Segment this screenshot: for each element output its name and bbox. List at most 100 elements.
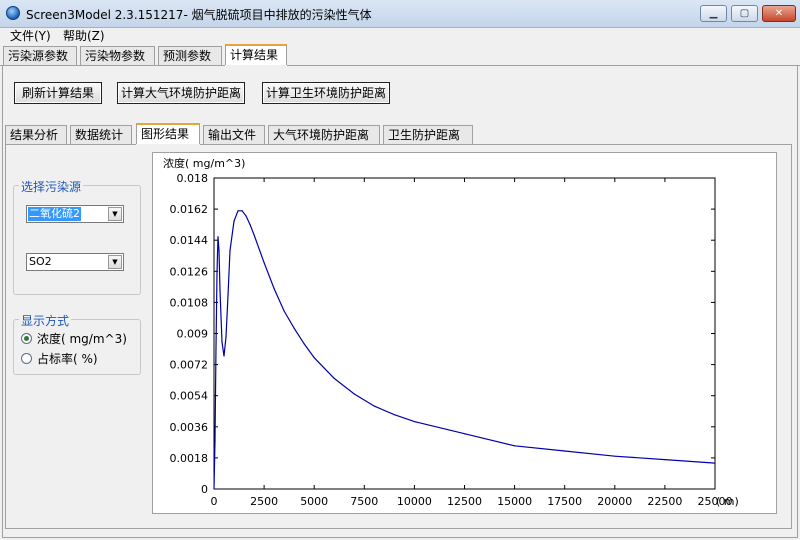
chart-axes: 0 2500 5000 7500 10000 12500 15000 17500 20000 22… (170, 172, 733, 508)
data-point (217, 236, 219, 238)
title-bar: Screen3Model 2.3.151217- 烟气脱硫项目中排放的污染性气体… (0, 0, 800, 28)
tab-health-protection-distance[interactable]: 卫生防护距离 (383, 125, 473, 144)
maximize-button[interactable]: ▢ (731, 5, 758, 22)
tab-prediction-params[interactable]: 预测参数 (158, 46, 222, 65)
tab-pollutant-params[interactable]: 污染物参数 (80, 46, 155, 65)
calc-health-distance-button[interactable]: 计算卫生环境防护距离 (262, 82, 390, 104)
data-point (213, 488, 215, 490)
data-point (263, 262, 265, 264)
window-title: Screen3Model 2.3.151217- 烟气脱硫项目中排放的污染性气体 (26, 8, 372, 22)
pollutant-select[interactable]: SO2 ▼ (26, 253, 124, 271)
data-point (241, 210, 243, 212)
x-tick-label: 2500 (250, 495, 278, 508)
data-point (273, 287, 275, 290)
chevron-down-icon[interactable]: ▼ (108, 255, 122, 269)
refresh-results-button[interactable]: 刷新计算结果 (14, 82, 102, 104)
y-tick-label: 0.0108 (170, 296, 209, 309)
data-point (463, 433, 466, 435)
radio-standard-ratio[interactable]: 占标率( %) (21, 350, 98, 366)
data-point (214, 440, 216, 442)
data-point (664, 459, 666, 461)
x-tick-label: 22500 (647, 495, 682, 508)
display-group: 显示方式 (13, 312, 141, 375)
calc-air-distance-button[interactable]: 计算大气环境防护距离 (117, 82, 245, 104)
y-tick-label: 0.0036 (170, 421, 209, 434)
concentration-chart: 浓度( mg/m^3) ( m) 0 2500 5000 7500 10000 12500… (163, 156, 739, 508)
y-tick-label: 0.0072 (170, 359, 209, 372)
data-point (283, 310, 285, 312)
tab-result-analysis[interactable]: 结果分析 (5, 125, 67, 144)
tab-calc-results[interactable]: 计算结果 (225, 44, 287, 65)
x-tick-label: 0 (211, 495, 218, 508)
radio-standard-ratio-label: 占标率( %) (37, 351, 98, 366)
y-tick-label: 0.0018 (170, 452, 209, 465)
data-point (237, 210, 239, 212)
source-select[interactable]: 二氧化硫2 ▼ (26, 205, 124, 223)
menu-bar: 文件(Y) 帮助(Z) (0, 28, 800, 44)
data-point (293, 327, 295, 329)
tab-output-file[interactable]: 输出文件 (203, 125, 265, 144)
tab-air-protection-distance[interactable]: 大气环境防护距离 (268, 125, 380, 144)
sub-tab-strip: 结果分析 数据统计 图形结果 输出文件 大气环境防护距离 卫生防护距离 (0, 123, 800, 145)
y-tick-label: 0 (201, 483, 208, 496)
radio-concentration[interactable]: 浓度( mg/m^3) (21, 330, 127, 346)
minimize-icon: ▁ (709, 8, 718, 19)
x-tick-label: 5000 (300, 495, 328, 508)
x-tick-label: 25000 (698, 495, 733, 508)
y-tick-label: 0.0144 (170, 234, 209, 247)
main-tab-strip: 污染源参数 污染物参数 预测参数 计算结果 (0, 44, 800, 66)
data-point (253, 234, 255, 236)
x-tick-label: 12500 (447, 495, 482, 508)
data-point (227, 294, 229, 297)
concentration-series-line (213, 210, 716, 490)
data-point (413, 421, 415, 423)
y-axis-label: 浓度( mg/m^3) (163, 156, 245, 170)
menu-help[interactable]: 帮助(Z) (63, 28, 105, 44)
minimize-button[interactable]: ▁ (700, 5, 727, 22)
pollutant-select-value: SO2 (29, 255, 52, 268)
data-point (333, 377, 335, 380)
y-tick-label: 0.018 (177, 172, 209, 185)
x-tick-label: 10000 (397, 495, 432, 508)
chart-area: 浓度( mg/m^3) ( m) 0 2500 5000 7500 10000 12500… (152, 152, 777, 514)
data-point (245, 215, 247, 217)
data-point (393, 414, 395, 416)
close-button[interactable]: ✕ (762, 5, 796, 22)
data-point (614, 455, 616, 457)
plot-frame (213, 177, 716, 490)
y-tick-label: 0.0126 (170, 265, 209, 278)
data-point (303, 343, 305, 345)
x-tick-label: 15000 (497, 495, 532, 508)
data-point (514, 445, 516, 447)
display-group-title: 显示方式 (19, 312, 72, 329)
data-point (564, 450, 566, 452)
tab-graph-results[interactable]: 图形结果 (136, 123, 200, 144)
data-point (225, 336, 227, 338)
menu-file[interactable]: 文件(Y) (10, 28, 51, 44)
tab-data-stats[interactable]: 数据统计 (70, 125, 132, 144)
x-tick-label: 7500 (350, 495, 378, 508)
data-point (714, 462, 716, 464)
y-tick-label: 0.0162 (170, 203, 209, 216)
data-point (215, 346, 217, 348)
chart-series-layer (213, 210, 716, 490)
chevron-down-icon[interactable]: ▼ (108, 207, 122, 221)
x-tick-label: 20000 (597, 495, 632, 508)
source-group: 选择污染源 (13, 178, 141, 295)
tab-source-params[interactable]: 污染源参数 (3, 46, 77, 65)
x-tick-label: 17500 (547, 495, 582, 508)
y-tick-label: 0.0054 (170, 390, 209, 403)
data-point (223, 355, 225, 357)
data-point (221, 341, 223, 343)
maximize-icon: ▢ (739, 8, 750, 19)
radio-unchecked-icon[interactable] (21, 352, 32, 364)
close-icon: ✕ (774, 8, 784, 19)
data-point (313, 357, 315, 359)
data-point (216, 272, 218, 274)
data-point (233, 220, 235, 222)
source-select-value: 二氧化硫2 (28, 207, 81, 221)
data-point (229, 249, 231, 252)
data-point (219, 289, 221, 291)
radio-concentration-label: 浓度( mg/m^3) (37, 331, 127, 346)
radio-checked-icon[interactable] (21, 332, 32, 344)
